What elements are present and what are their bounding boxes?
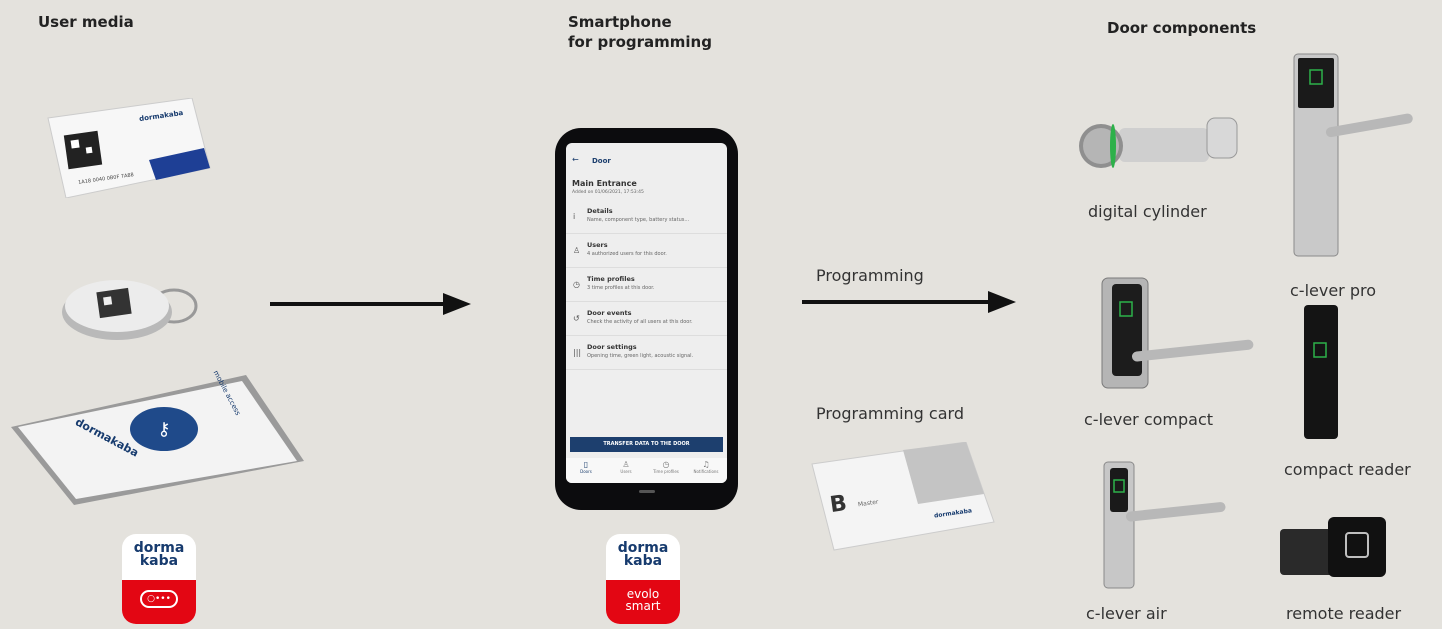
arrow-head-2 (988, 291, 1016, 313)
menu-item-door-settings[interactable]: ||| Door settings Opening time, green li… (566, 335, 727, 370)
menu-item-title: Users (587, 241, 608, 249)
programming-card-image: B Master dormakaba (808, 441, 998, 552)
tab-doors[interactable]: ▯ Doors (566, 460, 606, 474)
smartphone-header: Smartphone for programming (568, 12, 712, 52)
logo-line2: kaba (623, 553, 663, 569)
digital-cylinder-image (1079, 112, 1239, 172)
door-icon: ▯ (583, 460, 589, 469)
tab-users[interactable]: ♙ Users (606, 460, 646, 474)
arrow-line-2 (802, 300, 994, 304)
door-components-header: Door components (1107, 19, 1257, 37)
tab-label: Doors (580, 469, 592, 474)
bell-icon: ♫ (702, 460, 710, 469)
app-name-line2: smart (625, 599, 661, 613)
evolo-smart-app-logo: dorma kaba evolo smart (606, 534, 680, 624)
home-bar (639, 490, 655, 493)
menu-item-title: Details (587, 207, 613, 215)
digital-cylinder-label: digital cylinder (1088, 202, 1207, 221)
tab-label: Notifications (693, 469, 719, 474)
svg-text:⚷: ⚷ (157, 419, 170, 440)
menu-item-subtitle: Check the activity of all users at this … (587, 319, 693, 325)
arrow-head-1 (443, 293, 471, 315)
tab-label: Time profiles (653, 469, 679, 474)
smartphone-header-line1: Smartphone (568, 13, 672, 31)
arrow-line-1 (270, 302, 448, 306)
menu-item-details[interactable]: i Details Name, component type, battery … (566, 199, 727, 234)
settings-bars-icon: ||| (573, 348, 582, 357)
door-added-date: Added on 01/06/2021, 17:53:45 (572, 190, 644, 195)
tab-notifications[interactable]: ♫ Notifications (686, 460, 726, 474)
back-arrow-icon[interactable]: ← (572, 155, 579, 164)
logo-line2: kaba (139, 553, 179, 569)
smartphone-header-line2: for programming (568, 33, 712, 51)
programming-card-label: Programming card (816, 404, 964, 423)
user-media-header: User media (38, 13, 134, 31)
menu-item-users[interactable]: ♙ Users 4 authorized users for this door… (566, 233, 727, 268)
phone-screen: ← Door Main Entrance Added on 01/06/2021… (566, 143, 727, 483)
card-letter: B (828, 490, 849, 519)
programming-smartphone: ← Door Main Entrance Added on 01/06/2021… (555, 128, 738, 510)
programming-label: Programming (816, 266, 924, 285)
menu-item-subtitle: Name, component type, battery status... (587, 217, 690, 223)
remote-reader-label: remote reader (1286, 604, 1402, 623)
compact-reader-label: compact reader (1284, 460, 1411, 479)
tab-label: Users (620, 469, 632, 474)
c-lever-air-image (1098, 460, 1228, 590)
user-card-image: dormakaba 1A18 0040 0B0F 7A88 (44, 97, 214, 199)
menu-item-subtitle: 4 authorized users for this door. (587, 251, 667, 257)
transfer-data-button[interactable]: TRANSFER DATA TO THE DOOR (570, 437, 723, 452)
menu-item-subtitle: 3 time profiles at this door. (587, 285, 655, 291)
door-name: Main Entrance (572, 179, 637, 188)
c-lever-air-label: c-lever air (1086, 604, 1167, 623)
c-lever-pro-image (1290, 52, 1418, 262)
menu-item-title: Time profiles (587, 275, 635, 283)
history-icon: ↺ (573, 314, 580, 323)
menu-item-time-profiles[interactable]: ◷ Time profiles 3 time profiles at this … (566, 267, 727, 302)
menu-item-door-events[interactable]: ↺ Door events Check the activity of all … (566, 301, 727, 336)
c-lever-pro-label: c-lever pro (1290, 281, 1377, 300)
c-lever-compact-image (1098, 276, 1258, 391)
menu-item-title: Door settings (587, 343, 637, 351)
tab-time-profiles[interactable]: ◷ Time profiles (646, 460, 686, 474)
user-icon: ♙ (573, 246, 581, 255)
clock-icon: ◷ (662, 460, 670, 469)
c-lever-compact-label: c-lever compact (1084, 410, 1214, 429)
clock-icon: ◷ (573, 280, 580, 289)
menu-item-title: Door events (587, 309, 632, 317)
menu-item-subtitle: Opening time, green light, acoustic sign… (587, 353, 694, 359)
compact-reader-image (1302, 303, 1342, 441)
key-icon: ○••• (140, 590, 178, 608)
info-icon: i (573, 212, 576, 221)
mobile-access-phone-image: ⚷ dormakaba mobile access (6, 369, 306, 510)
dormakaba-mobile-access-app-logo: dorma kaba ○••• (122, 534, 196, 624)
screen-title: Door (592, 157, 611, 165)
remote-reader-image (1278, 515, 1390, 581)
bottom-tab-bar: ▯ Doors ♙ Users ◷ Time profiles ♫ Notificati… (566, 458, 727, 483)
key-fob-image (62, 272, 202, 342)
user-icon: ♙ (622, 460, 630, 469)
